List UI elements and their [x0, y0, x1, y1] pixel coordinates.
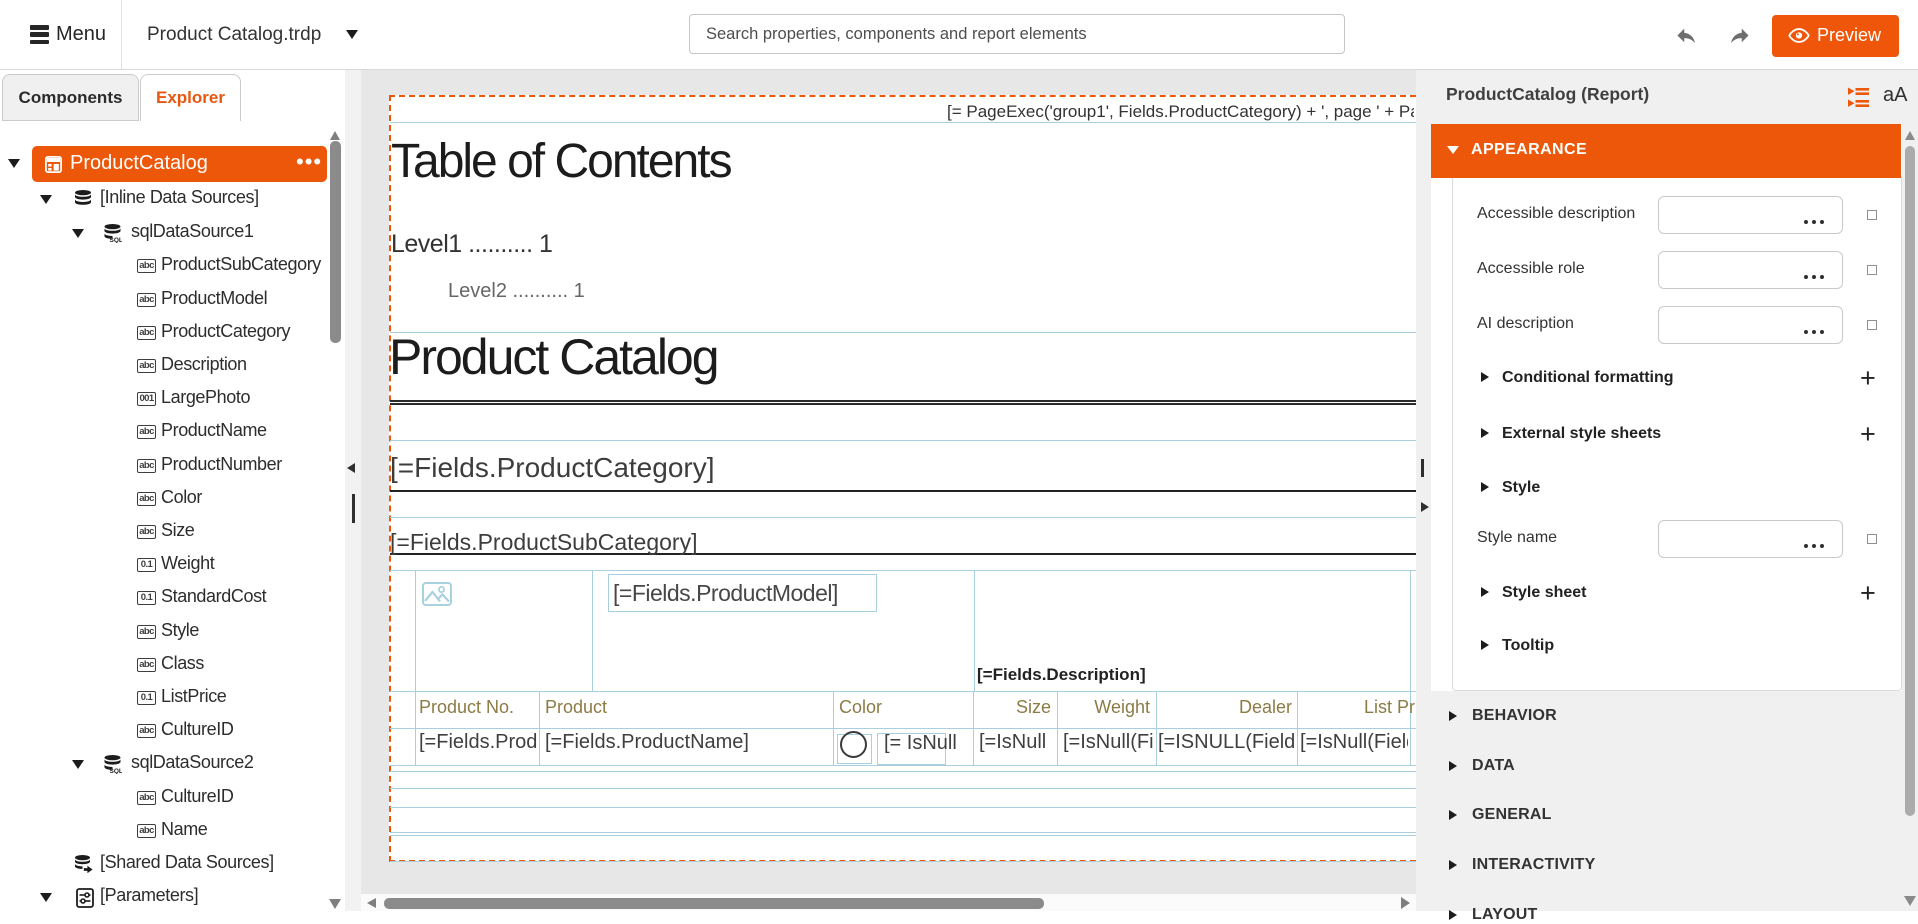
svg-text:SQL: SQL: [110, 768, 123, 774]
svg-text:SQL: SQL: [110, 237, 123, 243]
